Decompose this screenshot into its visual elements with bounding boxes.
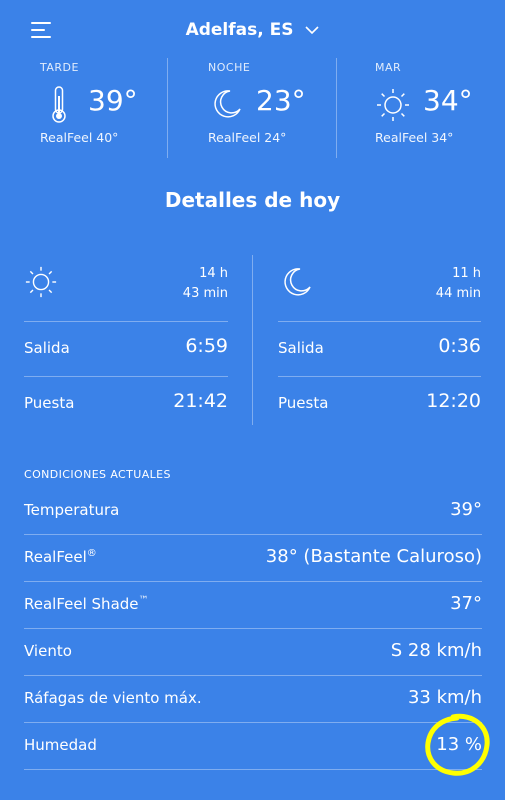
forecast-temp: 23° — [256, 84, 306, 117]
forecast-strip: TARDE 39° RealFeel 40° NOCHE 23° RealFee… — [0, 58, 505, 158]
condition-value: 39° — [450, 499, 482, 520]
conditions-list: Temperatura 39° RealFeel® 38° (Bastante … — [24, 488, 482, 770]
sunset-label: Puesta — [24, 394, 75, 412]
condition-label: RealFeel® — [24, 548, 97, 566]
divider — [252, 255, 253, 425]
condition-label: RealFeel Shade™ — [24, 595, 149, 613]
divider — [167, 58, 168, 158]
duration-minutes: 43 min — [182, 286, 228, 301]
sunrise-label: Salida — [24, 339, 70, 357]
moonset-value: 12:20 — [426, 390, 481, 412]
moonrise-label: Salida — [278, 339, 324, 357]
moonset-label: Puesta — [278, 394, 329, 412]
sun-panel: 14 h 43 min Salida 6:59 Puesta 21:42 — [24, 255, 228, 425]
condition-row-wind: Viento S 28 km/h — [24, 629, 482, 676]
details-title: Detalles de hoy — [164, 188, 341, 212]
moonrise-value: 0:36 — [438, 335, 481, 357]
forecast-realfeel: RealFeel 34° — [375, 130, 454, 145]
location-name: Adelfas, ES — [185, 20, 294, 40]
duration-hours: 14 h — [199, 266, 228, 281]
condition-row-temperature: Temperatura 39° — [24, 488, 482, 535]
condition-label: Temperatura — [24, 501, 120, 519]
condition-value: S 28 km/h — [390, 640, 482, 661]
condition-row-gusts: Ráfagas de viento máx. 33 km/h — [24, 676, 482, 723]
sunrise-row: Salida 6:59 — [24, 321, 228, 376]
forecast-label: TARDE — [40, 61, 79, 74]
divider — [336, 58, 337, 158]
moon-icon — [284, 268, 311, 296]
forecast-label: NOCHE — [208, 61, 251, 74]
moonset-row: Puesta 12:20 — [278, 376, 481, 431]
forecast-tomorrow[interactable]: MAR 34° RealFeel 34° — [375, 58, 500, 158]
forecast-temp: 34° — [423, 84, 473, 117]
condition-row-realfeel: RealFeel® 38° (Bastante Caluroso) — [24, 535, 482, 582]
duration-hours: 11 h — [452, 266, 481, 281]
condition-value: 33 km/h — [407, 687, 482, 708]
forecast-night[interactable]: NOCHE 23° RealFeel 24° — [208, 58, 333, 158]
forecast-realfeel: RealFeel 24° — [208, 130, 287, 145]
moon-panel: 11 h 44 min Salida 0:36 Puesta 12:20 — [278, 255, 481, 425]
sunset-row: Puesta 21:42 — [24, 376, 228, 431]
sunrise-value: 6:59 — [185, 335, 228, 357]
condition-value: 37° — [450, 593, 482, 614]
sun-duration: 14 h 43 min — [183, 264, 228, 304]
location-selector[interactable]: Adelfas, ES — [0, 20, 505, 40]
moon-duration: 11 h 44 min — [436, 264, 481, 304]
chevron-down-icon — [305, 25, 319, 34]
condition-row-humidity: Humedad 13 % — [24, 723, 482, 770]
condition-row-realfeel-shade: RealFeel Shade™ 37° — [24, 582, 482, 629]
forecast-afternoon[interactable]: TARDE 39° RealFeel 40° — [40, 58, 165, 158]
sunset-value: 21:42 — [173, 390, 228, 412]
forecast-temp: 39° — [88, 84, 138, 117]
moon-icon — [214, 90, 241, 118]
moonrise-row: Salida 0:36 — [278, 321, 481, 376]
thermometer-icon — [52, 86, 66, 123]
duration-minutes: 44 min — [435, 286, 481, 301]
top-bar: Adelfas, ES — [0, 0, 505, 58]
forecast-label: MAR — [375, 61, 402, 74]
conditions-title: CONDICIONES ACTUALES — [24, 468, 171, 481]
condition-label: Viento — [24, 642, 72, 660]
sun-icon — [25, 266, 57, 298]
forecast-realfeel: RealFeel 40° — [40, 130, 119, 145]
condition-label: Humedad — [24, 736, 97, 754]
condition-value: 38° (Bastante Caluroso) — [265, 546, 482, 567]
highlight-circle-annotation — [425, 713, 490, 776]
condition-label: Ráfagas de viento máx. — [24, 689, 202, 707]
sun-icon — [377, 89, 409, 121]
